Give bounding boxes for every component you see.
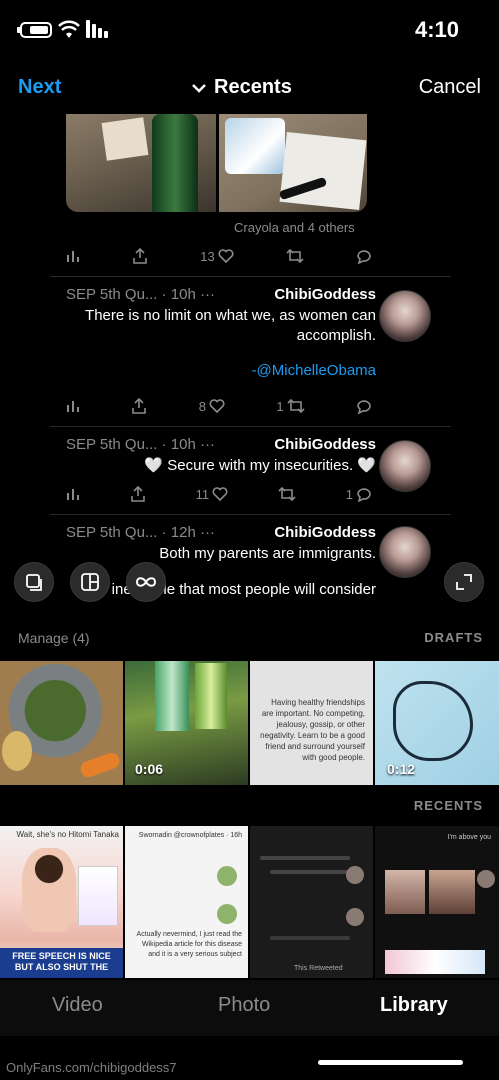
tweet-author: ChibiGoddess bbox=[274, 286, 376, 303]
battery-icon bbox=[17, 22, 52, 38]
thumb-caption: Wait, she's no Hitomi Tanaka bbox=[16, 830, 119, 839]
drafts-grid: 0:06 Having healthy friendships are impo… bbox=[0, 661, 499, 785]
picker-header: Next Recents Cancel bbox=[0, 62, 499, 114]
like-count: 11 bbox=[195, 486, 210, 502]
album-selector[interactable]: Recents bbox=[192, 76, 292, 99]
video-duration: 0:06 bbox=[135, 761, 164, 777]
tweet-photo-bottle bbox=[66, 114, 216, 212]
tweet-text: There is no limit on what we, as women c… bbox=[85, 307, 376, 344]
recent-thumbnail[interactable]: Wait, she's no Hitomi Tanaka FREE SPEECH… bbox=[0, 826, 123, 978]
analytics-icon[interactable] bbox=[66, 399, 80, 413]
drafts-header: Manage (4) DRAFTS bbox=[0, 626, 499, 652]
tweet-meta: SEP 5th Qu... · 10h ··· bbox=[66, 286, 215, 303]
retweet-icon[interactable] bbox=[278, 487, 296, 501]
expand-icon bbox=[456, 574, 472, 590]
tweet-meta: SEP 5th Qu... · 10h ··· bbox=[66, 436, 215, 453]
retweet-count: 1 bbox=[276, 398, 284, 414]
reply-count: 1 bbox=[345, 486, 353, 502]
tweet-author: ChibiGoddess bbox=[274, 436, 376, 453]
boomerang-button[interactable] bbox=[126, 562, 166, 602]
like-count: 8 bbox=[198, 398, 206, 414]
layers-icon bbox=[26, 574, 42, 591]
capture-mode-tabs: Video Photo Library bbox=[0, 980, 499, 1036]
retweet-icon bbox=[287, 399, 305, 413]
heart-icon bbox=[209, 399, 225, 413]
tweet-action-row: 8 1 bbox=[66, 394, 372, 418]
retweet-button[interactable]: 1 bbox=[276, 398, 305, 414]
thumb-caption: Actually nevermind, I just read the Wiki… bbox=[136, 931, 242, 958]
divider bbox=[50, 276, 451, 277]
layers-button[interactable] bbox=[14, 562, 54, 602]
wifi-icon bbox=[58, 20, 80, 38]
thumb-caption: This Retweeted bbox=[294, 965, 343, 972]
home-indicator[interactable] bbox=[318, 1060, 463, 1065]
tweet-1[interactable]: SEP 5th Qu... · 10h ··· ChibiGoddess The… bbox=[66, 286, 376, 379]
draft-thumbnail[interactable]: Having healthy friendships are important… bbox=[250, 661, 373, 785]
thumb-banner-text: FREE SPEECH IS NICE BUT ALSO SHUT THE bbox=[0, 948, 123, 978]
draft-thumbnail[interactable]: 0:12 bbox=[375, 661, 499, 785]
layout-button[interactable] bbox=[70, 562, 110, 602]
like-button[interactable]: 11 bbox=[196, 487, 229, 502]
thumb-caption: I'm above you bbox=[447, 834, 491, 841]
like-button[interactable]: 8 bbox=[199, 399, 225, 414]
recent-thumbnail[interactable]: Swornadin @crownofplates · 16h Actually … bbox=[125, 826, 248, 978]
heart-icon bbox=[212, 487, 228, 501]
tweet-action-row: 13 bbox=[66, 244, 372, 268]
chevron-down-icon bbox=[192, 83, 206, 93]
tweet-author: ChibiGoddess bbox=[274, 524, 376, 541]
share-icon[interactable] bbox=[131, 398, 147, 414]
avatar[interactable] bbox=[379, 440, 431, 492]
tweet-text-continued: It's inevitable that most people will co… bbox=[89, 581, 376, 598]
thumb-caption: Swornadin @crownofplates · 16h bbox=[138, 832, 242, 839]
tweet-3[interactable]: SEP 5th Qu... · 12h ··· ChibiGoddess Bot… bbox=[66, 524, 376, 600]
tab-photo[interactable]: Photo bbox=[218, 994, 270, 1017]
retweet-icon[interactable] bbox=[286, 249, 304, 263]
share-icon[interactable] bbox=[132, 248, 148, 264]
reply-icon[interactable] bbox=[356, 249, 372, 264]
draft-thumbnail[interactable]: 0:06 bbox=[125, 661, 248, 785]
draft-thumbnail[interactable] bbox=[0, 661, 123, 785]
recents-section-label: RECENTS bbox=[413, 798, 483, 813]
tweet-text: Both my parents are immigrants. bbox=[159, 545, 376, 562]
tab-library[interactable]: Library bbox=[380, 994, 448, 1017]
media-preview[interactable]: Crayola and 4 others 13 SEP 5th Qu... · … bbox=[0, 114, 499, 616]
expand-button[interactable] bbox=[444, 562, 484, 602]
tab-video[interactable]: Video bbox=[52, 994, 103, 1017]
tweet-action-row: 11 1 bbox=[66, 482, 372, 506]
video-duration: 0:12 bbox=[387, 761, 416, 777]
tweet-mention[interactable]: -@MichelleObama bbox=[66, 362, 376, 379]
analytics-icon[interactable] bbox=[66, 249, 80, 263]
drafts-section-label: DRAFTS bbox=[424, 630, 483, 645]
divider bbox=[50, 514, 451, 515]
clock-time: 4:10 bbox=[414, 17, 459, 42]
album-title: Recents bbox=[214, 76, 292, 98]
layout-grid-icon bbox=[81, 573, 99, 591]
cellular-signal-icon bbox=[86, 20, 110, 38]
watermark: OnlyFans.com/chibigoddess7 bbox=[6, 1060, 177, 1075]
divider bbox=[50, 426, 451, 427]
infinity-icon bbox=[135, 577, 157, 587]
next-button[interactable]: Next bbox=[18, 76, 61, 99]
tweet-2[interactable]: SEP 5th Qu... · 10h ··· ChibiGoddess 🤍 S… bbox=[66, 436, 376, 476]
like-button[interactable]: 13 bbox=[200, 248, 234, 264]
tweet-meta: SEP 5th Qu... · 12h ··· bbox=[66, 524, 215, 541]
cancel-button[interactable]: Cancel bbox=[419, 76, 481, 99]
photo-tags-caption: Crayola and 4 others bbox=[234, 220, 355, 235]
reply-button[interactable]: 1 bbox=[346, 487, 372, 502]
share-icon[interactable] bbox=[130, 486, 146, 502]
recents-grid: Wait, she's no Hitomi Tanaka FREE SPEECH… bbox=[0, 826, 499, 978]
tweet-photo-worksheet bbox=[219, 114, 367, 212]
analytics-icon[interactable] bbox=[66, 487, 80, 501]
recent-thumbnail[interactable]: This Retweeted bbox=[250, 826, 373, 978]
recent-thumbnail[interactable]: I'm above you bbox=[375, 826, 499, 978]
reply-icon[interactable] bbox=[356, 399, 372, 414]
manage-drafts-button[interactable]: Manage (4) bbox=[18, 630, 90, 646]
reply-icon bbox=[357, 487, 371, 502]
avatar[interactable] bbox=[379, 526, 431, 578]
heart-icon bbox=[218, 249, 234, 263]
like-count: 13 bbox=[200, 248, 215, 264]
avatar[interactable] bbox=[379, 290, 431, 342]
status-bar: 4:10 bbox=[0, 0, 499, 58]
tweet-text: 🤍 Secure with my insecurities. 🤍 bbox=[144, 457, 376, 474]
